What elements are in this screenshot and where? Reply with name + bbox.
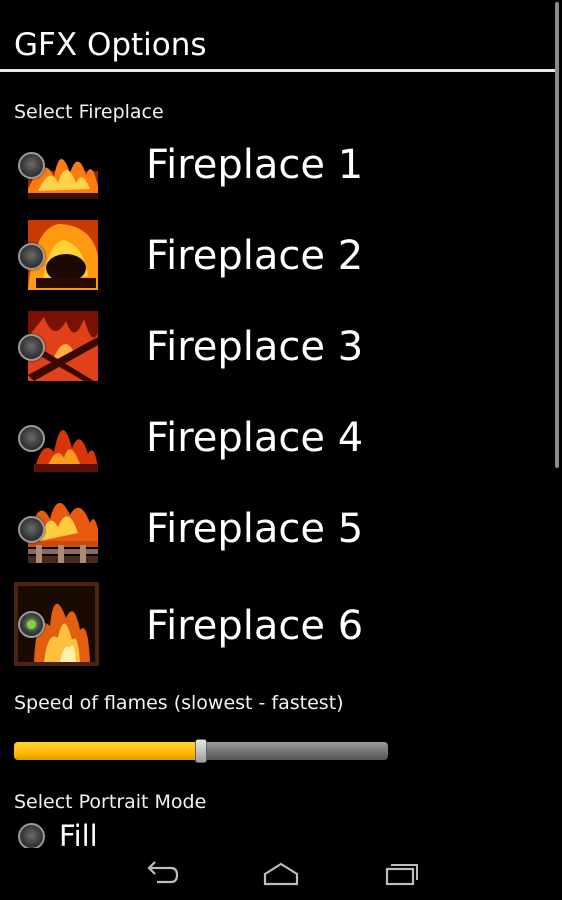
back-button[interactable] <box>131 856 191 892</box>
fireplace-6-name: Fireplace 6 <box>146 603 364 649</box>
selected-indicator <box>27 620 36 629</box>
page-title: GFX Options <box>14 27 207 63</box>
recent-apps-icon <box>385 864 418 886</box>
fireplace-4-name: Fireplace 4 <box>146 415 364 461</box>
slider-fill <box>14 742 201 760</box>
portrait-fill-radio[interactable] <box>18 823 45 850</box>
fireplace-2-radio[interactable] <box>18 243 45 270</box>
fireplace-1-radio[interactable] <box>18 152 45 179</box>
fireplace-5-radio[interactable] <box>18 516 45 543</box>
fireplace-4-radio[interactable] <box>18 425 45 452</box>
portrait-mode-fill-option[interactable]: Fill <box>0 818 556 853</box>
fireplace-1-name: Fireplace 1 <box>146 142 364 188</box>
app-header: GFX Options <box>0 0 556 72</box>
recent-apps-button[interactable] <box>371 856 431 892</box>
navigation-bar <box>0 848 562 900</box>
fireplace-option-1[interactable]: Fireplace 1 <box>0 122 556 208</box>
fireplace-6-radio[interactable] <box>18 611 45 638</box>
flame-speed-slider[interactable] <box>14 735 388 765</box>
home-button[interactable] <box>251 856 311 892</box>
fireplace-3-radio[interactable] <box>18 334 45 361</box>
fireplace-5-name: Fireplace 5 <box>146 506 364 552</box>
fireplace-option-5[interactable]: Fireplace 5 <box>0 486 556 572</box>
back-icon <box>147 861 179 884</box>
home-icon <box>263 862 299 886</box>
fireplace-option-6[interactable]: Fireplace 6 <box>0 580 556 670</box>
header-divider <box>0 69 556 72</box>
flame-speed-label: Speed of flames (slowest - fastest) <box>14 692 344 714</box>
fireplace-option-2[interactable]: Fireplace 2 <box>0 213 556 299</box>
select-fireplace-label: Select Fireplace <box>14 101 164 123</box>
fireplace-2-name: Fireplace 2 <box>146 233 364 279</box>
slider-thumb[interactable] <box>195 739 207 763</box>
portrait-mode-label: Select Portrait Mode <box>14 791 207 813</box>
fireplace-option-4[interactable]: Fireplace 4 <box>0 395 556 481</box>
fireplace-option-3[interactable]: Fireplace 3 <box>0 304 556 390</box>
fireplace-3-name: Fireplace 3 <box>146 324 364 370</box>
